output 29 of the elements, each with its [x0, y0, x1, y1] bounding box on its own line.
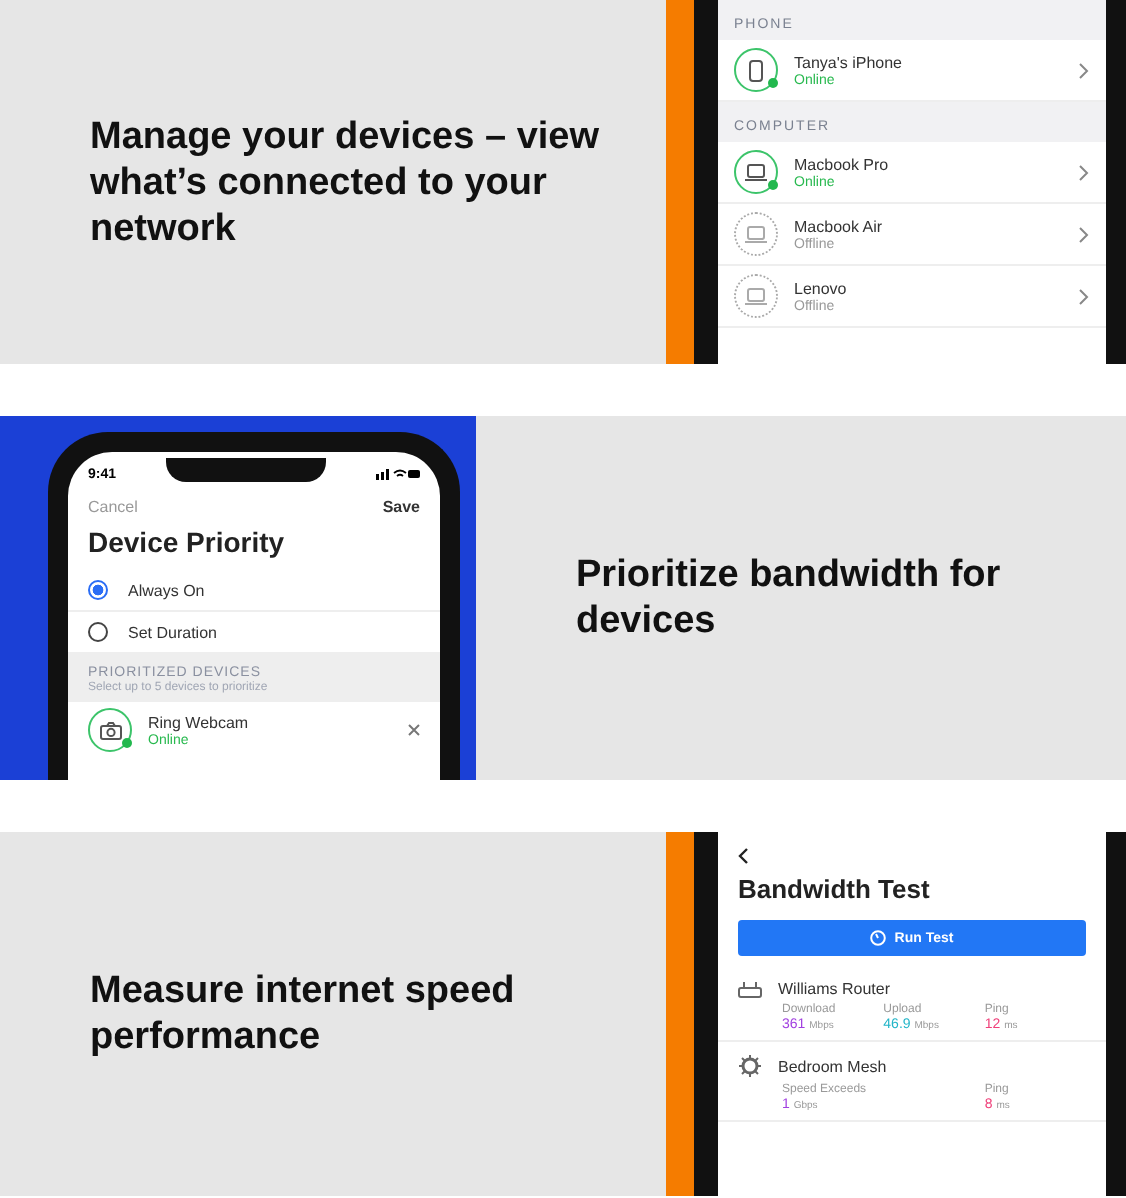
screen-title: Bandwidth Test: [736, 872, 932, 908]
radio-option[interactable]: Always On: [68, 570, 440, 612]
chevron-icon: [1078, 225, 1090, 243]
phone-icon: [748, 59, 764, 81]
device-name: Lenovo: [794, 279, 849, 297]
device-name: Ring Webcam: [148, 713, 251, 731]
clock-icon: [870, 930, 887, 946]
save-link[interactable]: Save: [382, 498, 420, 516]
signal-battery-icon: [375, 468, 420, 480]
screen-title: Device Priority: [86, 524, 287, 562]
laptop-icon: [744, 287, 768, 305]
chevron-icon: [1078, 287, 1090, 305]
feature-caption: Manage your devices – view what’s connected to your network: [90, 113, 602, 251]
feature-caption: Measure internet speed performance: [90, 968, 517, 1060]
device-name: Tanya's iPhone: [794, 53, 905, 71]
camera-icon: [99, 721, 121, 739]
chevron-icon: [1078, 163, 1090, 181]
close-icon[interactable]: [408, 724, 420, 736]
device-name: Macbook Pro: [794, 155, 891, 173]
mesh-node-icon: [738, 1054, 762, 1078]
feature-caption: Prioritize bandwidth for devices: [576, 552, 1003, 644]
device-name: Bedroom Mesh: [778, 1057, 887, 1075]
chevron-icon: [1078, 61, 1090, 79]
laptop-icon: [744, 163, 768, 181]
device-name: Macbook Air: [794, 217, 885, 235]
back-icon[interactable]: [738, 848, 748, 864]
router-icon: [738, 980, 762, 998]
laptop-icon: [744, 225, 768, 243]
device-name: Williams Router: [778, 980, 891, 998]
